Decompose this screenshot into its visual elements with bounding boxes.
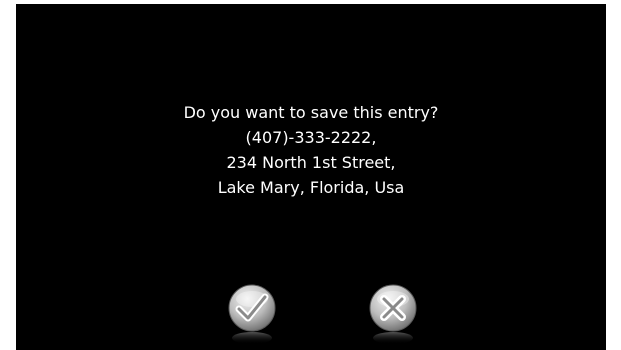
checkmark-icon — [228, 284, 276, 344]
message-question: Do you want to save this entry? — [183, 103, 439, 122]
message-street: 234 North 1st Street, — [226, 153, 396, 172]
save-entry-dialog: Do you want to save this entry? (407)-33… — [16, 4, 606, 350]
cancel-button[interactable] — [365, 282, 421, 346]
confirm-save-button[interactable] — [224, 282, 280, 346]
close-icon — [369, 284, 417, 344]
confirmation-message: Do you want to save this entry? (407)-33… — [16, 100, 606, 200]
message-city: Lake Mary, Florida, Usa — [217, 178, 405, 197]
message-phone: (407)-333-2222, — [245, 128, 377, 147]
